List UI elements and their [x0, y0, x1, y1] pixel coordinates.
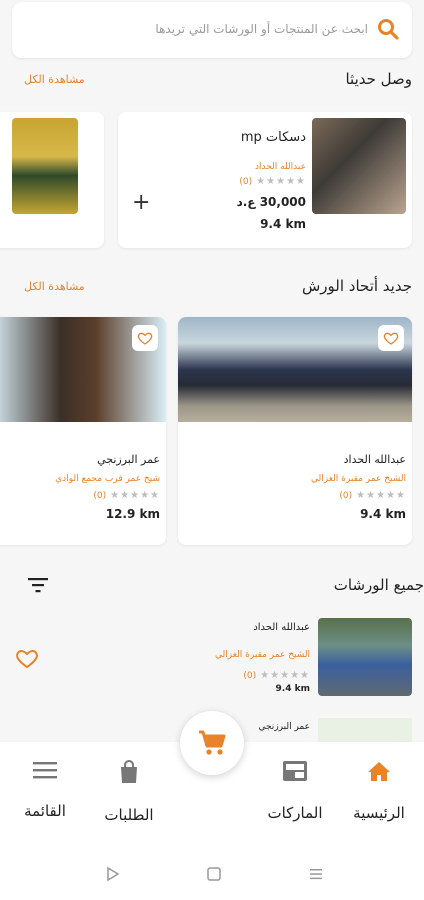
cart-icon: [199, 730, 226, 755]
product-distance: 9.4 km: [260, 217, 306, 231]
back-icon[interactable]: [105, 866, 121, 886]
rating-stars: ★★★★★: [356, 490, 406, 501]
product-image: [12, 118, 78, 214]
rating-stars: ★★★★★: [260, 670, 310, 681]
workshop-location: شيخ عمر قرب مجمع الوادي: [55, 474, 160, 484]
rating-count: (0): [239, 176, 253, 187]
home-button-icon[interactable]: [206, 866, 222, 886]
heart-icon: [16, 649, 38, 669]
favorite-button[interactable]: [378, 325, 404, 351]
nav-home[interactable]: الرئيسية: [334, 760, 424, 822]
favorite-button[interactable]: [132, 325, 158, 351]
heart-icon: [137, 332, 153, 345]
nav-brands[interactable]: الماركات: [250, 760, 340, 822]
workshop-name: عمر البرزنجي: [258, 722, 311, 732]
add-to-cart-button[interactable]: +: [132, 190, 150, 215]
nav-home-label: الرئيسية: [353, 804, 405, 822]
rating-count: (0): [339, 490, 353, 501]
workshop-rating: ★★★★★ (0): [243, 670, 310, 681]
workshop-distance: 9.4 km: [275, 684, 310, 694]
new-arrivals-see-all[interactable]: مشاهدة الكل: [24, 73, 85, 86]
heart-icon: [383, 332, 399, 345]
workshop-image: [318, 618, 412, 696]
rating-count: (0): [93, 490, 107, 501]
home-icon: [368, 762, 390, 781]
product-seller: عبدالله الحداد: [254, 162, 306, 172]
nav-brands-label: الماركات: [267, 804, 323, 822]
product-card-partial[interactable]: [0, 112, 104, 248]
rating-stars: ★★★★★: [256, 176, 306, 187]
workshop-distance: 12.9 km: [105, 507, 160, 521]
list-item[interactable]: عبدالله الحداد الشيخ عمر مقبرة الغزالي ★…: [0, 612, 424, 708]
rating-count: (0): [243, 670, 257, 681]
bag-icon: [121, 760, 137, 783]
nav-menu-label: القائمة: [24, 802, 66, 820]
product-rating: ★★★★★ (0): [239, 176, 306, 187]
workshop-image: [318, 718, 412, 742]
workshop-name: عمر البرزنجي: [97, 453, 160, 466]
rating-stars: ★★★★★: [110, 490, 160, 501]
product-image: [312, 118, 406, 214]
nav-orders-label: الطلبات: [104, 806, 154, 824]
workshop-location: الشيخ عمر مقبرة الغزالي: [215, 650, 310, 660]
new-arrivals-title: وصل حديثا: [345, 70, 412, 88]
workshop-location: الشيخ عمر مقبرة الغزالي: [311, 474, 406, 484]
nav-orders[interactable]: الطلبات: [84, 760, 174, 824]
workshop-rating: ★★★★★ (0): [339, 490, 406, 501]
product-name: دسكات mp: [240, 130, 306, 145]
all-workshops-title: جميع الورشات: [333, 576, 424, 594]
product-card[interactable]: دسكات mp عبدالله الحداد ★★★★★ (0) 30,000…: [118, 112, 412, 248]
recents-icon[interactable]: [308, 866, 324, 886]
brands-icon: [283, 761, 307, 781]
favorite-button[interactable]: [14, 646, 40, 674]
workshop-distance: 9.4 km: [360, 507, 406, 521]
new-workshops-see-all[interactable]: مشاهدة الكل: [24, 280, 85, 293]
workshop-rating: ★★★★★ (0): [93, 490, 160, 501]
search-input[interactable]: ابحث عن المنتجات أو الورشات التي تريدها: [155, 22, 368, 36]
new-workshops-title: جديد أتحاد الورش: [301, 277, 412, 295]
cart-button[interactable]: [180, 711, 244, 775]
workshop-image: [178, 317, 412, 422]
nav-menu[interactable]: القائمة: [0, 760, 90, 820]
workshop-card[interactable]: عمر البرزنجي شيخ عمر قرب مجمع الوادي ★★★…: [0, 317, 166, 545]
workshop-card[interactable]: عبدالله الحداد الشيخ عمر مقبرة الغزالي ★…: [178, 317, 412, 545]
search-icon[interactable]: [376, 17, 400, 45]
workshop-name: عبدالله الحداد: [343, 453, 406, 466]
product-price: 30,000 ع.د: [236, 195, 306, 209]
system-nav-bar: [0, 842, 424, 900]
filter-icon[interactable]: [28, 576, 48, 598]
search-bar[interactable]: ابحث عن المنتجات أو الورشات التي تريدها: [12, 2, 412, 58]
workshop-name: عبدالله الحداد: [253, 622, 310, 633]
menu-icon: [33, 762, 57, 779]
